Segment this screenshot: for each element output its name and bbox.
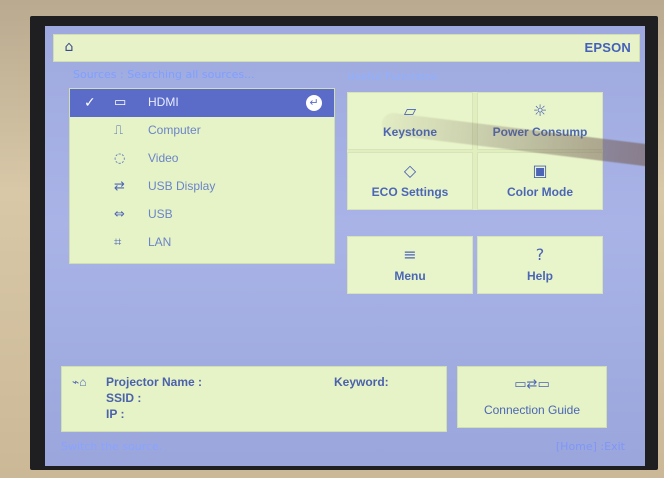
usb-display-icon: ⇄ — [114, 179, 125, 194]
footer-exit-hint: [Home] :Exit — [555, 440, 625, 453]
power-consumption-icon: ☼ — [532, 101, 548, 120]
connection-guide-icon: ▭⇄▭ — [514, 377, 550, 392]
home-icon[interactable]: ⌂ — [60, 38, 78, 56]
footer-hint: Switch the source. — [61, 440, 163, 453]
menu-icon: ≡ — [403, 245, 417, 264]
video-icon: ◌ — [114, 151, 126, 166]
projector-name-label: Projector Name : — [106, 375, 203, 389]
connection-guide-tile[interactable]: ▭⇄▭ Connection Guide — [457, 366, 607, 428]
eco-leaf-icon: ◇ — [403, 161, 417, 180]
lan-icon: ⌗ — [114, 235, 122, 250]
tile-label: Color Mode — [507, 185, 573, 199]
source-item-hdmi[interactable]: ✓ ▭ HDMI ↵ — [70, 89, 334, 117]
source-list: ✓ ▭ HDMI ↵ ⎍ Computer ◌ Video ⇄ USB Disp… — [69, 88, 335, 264]
useful-functions-title: Useful Functions — [347, 70, 438, 83]
source-label: HDMI — [148, 95, 179, 109]
tile-label: Menu — [394, 269, 426, 283]
source-label: USB Display — [148, 179, 216, 193]
usb-icon: ⇔ — [114, 207, 125, 222]
check-icon: ✓ — [84, 95, 96, 111]
menu-tile[interactable]: ≡ Menu — [347, 236, 473, 294]
computer-icon: ⎍ — [114, 123, 124, 138]
color-mode-tile[interactable]: ▣ Color Mode — [477, 152, 603, 210]
hdmi-icon: ▭ — [114, 95, 127, 110]
brand-logo: EPSON — [584, 40, 631, 55]
color-mode-icon: ▣ — [532, 161, 548, 180]
source-label: Computer — [148, 123, 201, 137]
help-icon: ? — [535, 245, 545, 264]
connection-guide-label: Connection Guide — [483, 403, 581, 417]
network-icon: ⌁⌂ — [72, 375, 87, 389]
tile-label: Help — [526, 269, 553, 283]
projector-home-screen: ⌂ EPSON Sources : Searching all sources.… — [45, 26, 645, 466]
source-item-lan[interactable]: ⌗ LAN — [70, 229, 334, 257]
ip-label: IP : — [106, 407, 125, 421]
source-item-video[interactable]: ◌ Video — [70, 145, 334, 173]
menu-help-row: ≡ Menu ? Help — [347, 236, 603, 294]
help-tile[interactable]: ? Help — [477, 236, 603, 294]
sources-title: Sources : Searching all sources... — [73, 68, 255, 81]
network-info-panel: ⌁⌂ Projector Name : SSID : IP : Keyword: — [61, 366, 447, 432]
source-label: LAN — [148, 235, 172, 249]
keyword-label: Keyword: — [334, 375, 389, 389]
source-label: Video — [148, 151, 179, 165]
enter-icon[interactable]: ↵ — [306, 95, 322, 111]
source-item-computer[interactable]: ⎍ Computer — [70, 117, 334, 145]
source-label: USB — [148, 207, 173, 221]
source-item-usb[interactable]: ⇔ USB — [70, 201, 334, 229]
top-bar: ⌂ EPSON — [53, 34, 640, 62]
eco-settings-tile[interactable]: ◇ ECO Settings — [347, 152, 473, 210]
source-item-usb-display[interactable]: ⇄ USB Display — [70, 173, 334, 201]
tile-label: ECO Settings — [371, 185, 449, 199]
ssid-label: SSID : — [106, 391, 142, 405]
